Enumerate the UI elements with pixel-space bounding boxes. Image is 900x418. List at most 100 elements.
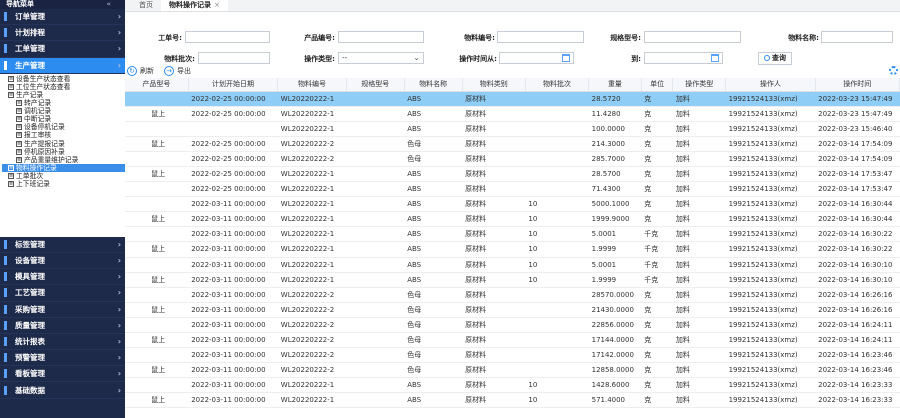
chevron-right-icon: ›: [117, 385, 121, 395]
refresh-button[interactable]: ↻ 刷新: [127, 66, 154, 76]
column-header[interactable]: 操作类型: [672, 78, 727, 92]
table-cell: 克: [641, 317, 673, 334]
sidebar-menu-bottom-2[interactable]: 模具管理 ›: [0, 269, 125, 286]
tree-node[interactable]: ≡ 报工审核: [2, 131, 125, 139]
column-header[interactable]: 单位: [641, 78, 674, 92]
table-cell: [346, 211, 405, 228]
menu-marker: [4, 385, 7, 395]
tree-node[interactable]: ≡ 转产记录: [2, 99, 125, 107]
table-cell: 克: [641, 196, 673, 213]
table-row[interactable]: 鼠上 2022-03-11 00:00:00 WL20220222-2 色母 原材料 17…: [125, 332, 900, 349]
table-row[interactable]: 2022-03-11 00:00:00 WL20220222-1 ABS 原材料 10 1…: [125, 377, 900, 394]
work-order-input[interactable]: [185, 31, 270, 43]
sidebar-menu-bottom-5[interactable]: 质量管理 ›: [0, 318, 125, 334]
tree-node[interactable]: ≡ 工单批次: [2, 172, 125, 180]
calendar-icon: [562, 54, 570, 62]
page-icon: ≡: [8, 172, 14, 179]
material-code-input[interactable]: [497, 31, 584, 43]
table-row[interactable]: 鼠上 2022-03-11 00:00:00 WL20220222-2 色母 原材料 12…: [125, 362, 900, 379]
table-row[interactable]: 鼠上 2022-03-11 00:00:00 WL20220222-2 色母 原材料 21…: [125, 302, 900, 318]
table-cell: 19921524133(xmz): [725, 106, 816, 122]
table-row[interactable]: 2022-03-11 00:00:00 WL20220222-1 ABS 原材料 10 5…: [125, 226, 900, 243]
table-cell: 19921524133(xmz): [725, 91, 816, 107]
column-header[interactable]: 操作时间: [815, 78, 900, 92]
column-header[interactable]: 物料类别: [462, 78, 526, 92]
table-cell: 19921524133(xmz): [725, 332, 816, 349]
sidebar-menu-bottom-7[interactable]: 预警管理 ›: [0, 350, 125, 367]
table-row[interactable]: 鼠上 2022-02-25 00:00:00 WL20220222-1 ABS 原材料 2…: [125, 166, 900, 183]
table-cell: WL20220222-2: [277, 136, 347, 152]
column-header[interactable]: 规格型号: [346, 78, 405, 92]
table-cell: 鼠上: [125, 136, 189, 152]
op-type-select[interactable]: -- ⌄: [338, 52, 424, 64]
table-row[interactable]: 2022-02-25 00:00:00 WL20220222-1 ABS 原材料 28.…: [125, 91, 900, 107]
tree-node[interactable]: ≡ 设备生产状态查看: [2, 75, 125, 83]
table-cell: 克: [641, 332, 673, 349]
export-button[interactable]: → 导出: [164, 66, 191, 76]
sidebar-menu-top-0[interactable]: 订单管理 ›: [0, 9, 125, 26]
sidebar-title-text: 导航菜单: [6, 0, 34, 8]
close-icon[interactable]: ×: [214, 1, 220, 9]
gear-icon[interactable]: [889, 66, 898, 75]
sidebar-menu-bottom-9[interactable]: 基础数据 ›: [0, 382, 125, 399]
table-row[interactable]: 鼠上 2022-03-11 00:00:00 WL20220222-1 ABS 原材料 1…: [125, 272, 900, 288]
sidebar-menu-top-3[interactable]: 生产管理 ›: [0, 57, 125, 74]
tree-node[interactable]: ≡ 生产提报记录: [2, 140, 125, 148]
tree-node[interactable]: ≡ 设备停机记录: [2, 123, 125, 131]
tree-node[interactable]: ≡ 调机记录: [2, 107, 125, 115]
table-cell: 加料: [672, 257, 726, 273]
table-cell: [525, 287, 589, 303]
table-cell: 2022-03-14 16:30:10: [815, 272, 900, 288]
material-name-input[interactable]: [821, 31, 893, 43]
column-header[interactable]: 物料名称: [404, 78, 463, 92]
tab-home[interactable]: 首页: [131, 0, 161, 11]
table-row[interactable]: 鼠上 2022-03-11 00:00:00 WL20220222-1 ABS 原材料 1…: [125, 392, 900, 409]
double-chevron-left-icon[interactable]: «: [106, 0, 111, 9]
sidebar-menu-bottom-3[interactable]: 工艺管理 ›: [0, 285, 125, 302]
table-row[interactable]: 鼠上 2022-03-11 00:00:00 WL20220222-1 ABS 原材料 1…: [125, 241, 900, 258]
batch-input[interactable]: [198, 52, 270, 64]
sidebar-menu-bottom-4[interactable]: 采购管理 ›: [0, 302, 125, 318]
table-row[interactable]: 鼠上 2022-02-25 00:00:00 WL20220222-1 ABS 原材料 1…: [125, 106, 900, 122]
sidebar-menu-top-1[interactable]: 计划排程 ›: [0, 25, 125, 42]
tree-node[interactable]: ≡ 产品重量维护记录: [2, 156, 125, 164]
time-to-input[interactable]: [644, 52, 723, 64]
table-cell: 加料: [672, 392, 726, 409]
sidebar-menu-top-2[interactable]: 工单管理 ›: [0, 41, 125, 58]
sidebar-menu-bottom-8[interactable]: 看板管理 ›: [0, 366, 125, 383]
sidebar-menu-bottom-0[interactable]: 标签管理 ›: [0, 237, 125, 253]
table-row[interactable]: 鼠上 2022-03-11 00:00:00 WL20220222-1 ABS 原材料 1…: [125, 211, 900, 228]
table-row[interactable]: 2022-02-25 00:00:00 WL20220222-1 ABS 原材料 71.…: [125, 181, 900, 198]
table-row[interactable]: 鼠上 2022-02-25 00:00:00 WL20220222-2 色母 原材料 21…: [125, 136, 900, 152]
table-cell: 克: [641, 91, 673, 107]
column-header[interactable]: 操作人: [725, 78, 816, 92]
tree-node[interactable]: ≡ 上下班记录: [2, 180, 125, 188]
column-header[interactable]: 物料编号: [277, 78, 347, 92]
table-toolbar: ↻ 刷新 → 导出: [125, 64, 900, 78]
table-row[interactable]: 2022-03-11 00:00:00 WL20220222-2 色母 原材料 1714…: [125, 347, 900, 364]
table-cell: 加料: [672, 211, 726, 228]
sidebar-menu-bottom-1[interactable]: 设备管理 ›: [0, 253, 125, 270]
column-header[interactable]: 计划开始日期: [188, 78, 279, 92]
sidebar-menu-bottom-6[interactable]: 统计报表 ›: [0, 334, 125, 351]
table-row[interactable]: 2022-02-25 00:00:00 WL20220222-2 色母 原材料 285.…: [125, 151, 900, 167]
page-icon: ≡: [8, 91, 14, 98]
column-header[interactable]: 产品型号: [125, 78, 189, 92]
column-header[interactable]: 物料批次: [525, 78, 590, 92]
table-row[interactable]: WL20220222-1 ABS 原材料 100.0000 克加料 19921524133…: [125, 121, 900, 137]
tree-node[interactable]: ≡ 停机原因补录: [2, 148, 125, 156]
tree-node[interactable]: ≡ 工位生产状态查看: [2, 83, 125, 91]
tree-node[interactable]: ≡ 物料操作记录: [2, 163, 125, 172]
table-row[interactable]: 2022-03-11 00:00:00 WL20220222-1 ABS 原材料 10 5…: [125, 257, 900, 273]
column-header[interactable]: 重量: [588, 78, 642, 92]
tree-node[interactable]: ≡ 生产记录: [2, 91, 125, 99]
tab-material-records[interactable]: 物料操作记录 ×: [161, 0, 228, 11]
table-row[interactable]: 2022-03-11 00:00:00 WL20220222-2 色母 原材料 2857…: [125, 287, 900, 303]
sidebar-menu-label: 质量管理: [15, 320, 45, 330]
time-from-input[interactable]: [499, 52, 574, 64]
spec-input[interactable]: [644, 31, 741, 43]
table-row[interactable]: 2022-03-11 00:00:00 WL20220222-1 ABS 原材料 10 5…: [125, 196, 900, 213]
table-cell: [525, 121, 589, 137]
product-code-input[interactable]: [338, 31, 424, 43]
table-row[interactable]: 2022-03-11 00:00:00 WL20220222-2 色母 原材料 2285…: [125, 317, 900, 334]
